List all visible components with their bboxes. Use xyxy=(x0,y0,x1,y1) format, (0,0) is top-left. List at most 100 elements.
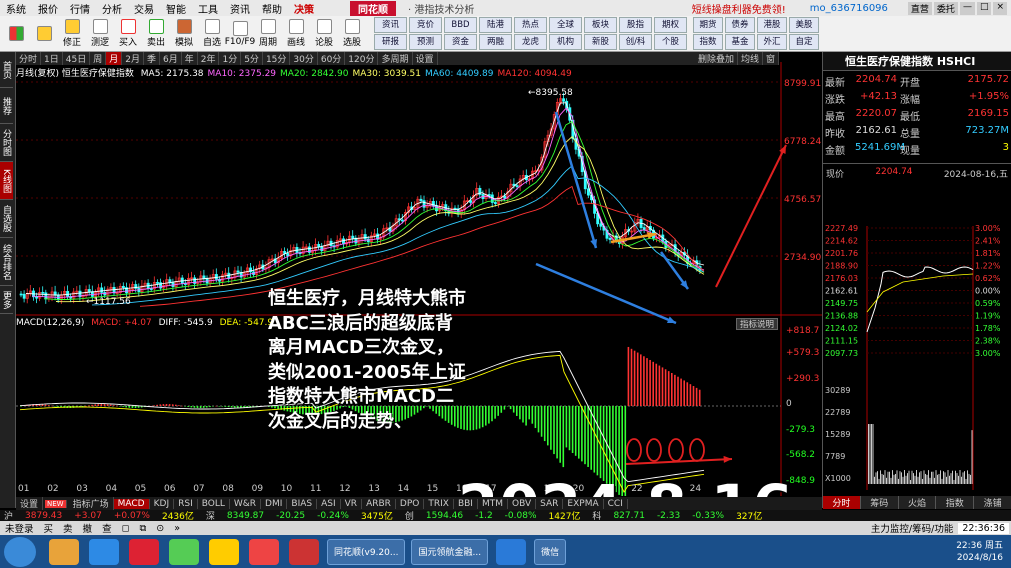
menu-trade[interactable]: 交易 xyxy=(128,1,160,16)
simulate-button[interactable]: 模拟 xyxy=(170,17,198,51)
tool-dragon[interactable]: 龙虎 xyxy=(514,34,547,50)
ind-tab[interactable]: VR xyxy=(341,498,363,509)
panel-tab-board[interactable]: 涤铺 xyxy=(974,496,1011,509)
ind-tab[interactable]: OBV xyxy=(508,498,537,509)
panel-tab-chips[interactable]: 筹码 xyxy=(860,496,899,509)
ind-tab[interactable]: W&R xyxy=(230,498,262,509)
app-icon[interactable] xyxy=(49,538,79,565)
tool-institution[interactable]: 机构 xyxy=(549,34,582,50)
ie-icon[interactable] xyxy=(89,538,119,565)
quick-cancel[interactable]: 撤 xyxy=(78,521,98,535)
menu-news[interactable]: 资讯 xyxy=(224,1,256,16)
tool-global[interactable]: 全球 xyxy=(549,17,582,33)
app-icon[interactable] xyxy=(249,538,279,565)
menu-tools[interactable]: 工具 xyxy=(192,1,224,16)
tool-bonds[interactable]: 债券 xyxy=(725,17,755,33)
app-icon[interactable] xyxy=(289,538,319,565)
ind-tab[interactable]: MTM xyxy=(478,498,508,509)
window-icon[interactable]: ◻ xyxy=(117,523,135,534)
forum-button[interactable]: 论股 xyxy=(310,17,338,51)
tool-research[interactable]: 研报 xyxy=(374,34,407,50)
test-tool[interactable]: 测逻 xyxy=(86,17,114,51)
panel-tab-index[interactable]: 指数 xyxy=(936,496,975,509)
fix-tool[interactable]: 修正 xyxy=(58,17,86,51)
tool-futures[interactable]: 期货 xyxy=(693,17,723,33)
ind-tab-square[interactable]: 指标广场 xyxy=(69,497,114,510)
promo-link[interactable]: 短线操盘利器免费领! xyxy=(686,1,792,16)
ind-tab[interactable]: CCI xyxy=(604,498,628,509)
tool-gem[interactable]: 创/科 xyxy=(619,34,652,50)
user-name[interactable]: mo_636716096 xyxy=(804,3,894,14)
ind-tab[interactable]: DMI xyxy=(261,498,288,509)
tool-index[interactable]: 指数 xyxy=(693,34,723,50)
side-tab-home[interactable]: 首页 xyxy=(0,52,13,88)
period-button[interactable]: 周期 xyxy=(254,17,282,51)
menu-smart[interactable]: 智能 xyxy=(160,1,192,16)
tool-fund[interactable]: 基金 xyxy=(725,34,755,50)
watchlist-button[interactable]: 自选 xyxy=(198,17,226,51)
direct-button[interactable]: 直营 xyxy=(907,1,932,15)
menu-market[interactable]: 行情 xyxy=(64,1,96,16)
ind-tab[interactable]: RSI xyxy=(174,498,198,509)
buy-button[interactable]: 买入 xyxy=(114,17,142,51)
ind-tab[interactable]: SAR xyxy=(536,498,564,509)
tool-forecast[interactable]: 预测 xyxy=(409,34,442,50)
ind-tab[interactable]: DPO xyxy=(396,498,425,509)
app-icon[interactable] xyxy=(169,538,199,565)
ind-tab[interactable]: BIAS xyxy=(287,498,318,509)
ind-tab[interactable]: TRIX xyxy=(424,498,454,509)
minimize-button[interactable]: — xyxy=(959,1,975,15)
menu-help[interactable]: 帮助 xyxy=(256,1,288,16)
panel-tab-flame[interactable]: 火焰 xyxy=(898,496,937,509)
tool-custom[interactable]: 自定 xyxy=(789,34,819,50)
tool-hk[interactable]: 港股 xyxy=(757,17,787,33)
tool-auction[interactable]: 竞价 xyxy=(409,17,442,33)
tool-options[interactable]: 期权 xyxy=(654,17,687,33)
tool-forex[interactable]: 外汇 xyxy=(757,34,787,50)
f10-button[interactable]: F10/F9 xyxy=(225,17,255,51)
ind-tab[interactable]: BBI xyxy=(454,498,478,509)
order-button[interactable]: 委托 xyxy=(933,1,958,15)
side-tab-ranking[interactable]: 综合排名 xyxy=(0,238,13,286)
login-status[interactable]: 未登录 xyxy=(0,521,39,535)
app-icon[interactable] xyxy=(496,538,527,565)
panel-tab-timeshare[interactable]: 分时 xyxy=(823,496,861,509)
ind-tab-macd[interactable]: MACD xyxy=(113,498,150,509)
menu-system[interactable]: 系统 xyxy=(0,1,32,16)
drawline-button[interactable]: 画线 xyxy=(282,17,310,51)
tool-margin[interactable]: 两融 xyxy=(479,34,512,50)
sell-button[interactable]: 卖出 xyxy=(142,17,170,51)
clock[interactable]: 22:36 周五 2024/8/16 xyxy=(956,540,1003,564)
tool-news[interactable]: 资讯 xyxy=(374,17,407,33)
tool-us[interactable]: 美股 xyxy=(789,17,819,33)
taskbar-guoyuan[interactable]: 国元领航金融... xyxy=(411,538,489,565)
side-tab-more[interactable]: 更多 xyxy=(0,286,13,314)
indicator-desc-button[interactable]: 指标说明 xyxy=(736,318,778,330)
monitor-links[interactable]: 主力监控/筹码/功能 xyxy=(866,521,958,535)
back-tool[interactable] xyxy=(30,17,58,51)
restore-icon[interactable]: ⧉ xyxy=(134,523,151,534)
menu-decision[interactable]: 决策 xyxy=(288,1,320,16)
tool-bbd[interactable]: BBD xyxy=(444,17,477,33)
quick-sell[interactable]: 卖 xyxy=(58,521,78,535)
menu-quote[interactable]: 报价 xyxy=(32,1,64,16)
ind-tab[interactable]: EXPMA xyxy=(563,498,604,509)
ind-tab-settings[interactable]: 设置 xyxy=(16,497,44,510)
tool-stocks[interactable]: 个股 xyxy=(654,34,687,50)
maximize-button[interactable]: □ xyxy=(976,1,992,15)
close-button[interactable]: × xyxy=(993,1,1007,15)
tool-hot[interactable]: 热点 xyxy=(514,17,547,33)
side-tab-kline[interactable]: K线图 xyxy=(0,162,13,200)
tool-ipo[interactable]: 新股 xyxy=(584,34,617,50)
ind-tab[interactable]: BOLL xyxy=(198,498,230,509)
tool-index-futures[interactable]: 股指 xyxy=(619,17,652,33)
ind-tab[interactable]: KDJ xyxy=(150,498,175,509)
app-icon[interactable] xyxy=(129,538,159,565)
intraday-chart[interactable]: 2227.49 3.00% 2214.62 2.41% 2201.76 1.81% 2188… xyxy=(823,222,1011,492)
tool-funds[interactable]: 资金 xyxy=(444,34,477,50)
taskbar-ths[interactable]: 同花顺(v9.20... xyxy=(327,538,406,565)
tool-connect[interactable]: 陆港 xyxy=(479,17,512,33)
taskbar-wechat[interactable]: 微信 xyxy=(534,538,567,565)
grid-tool[interactable] xyxy=(2,17,30,51)
ind-tab[interactable]: ASI xyxy=(317,498,341,509)
